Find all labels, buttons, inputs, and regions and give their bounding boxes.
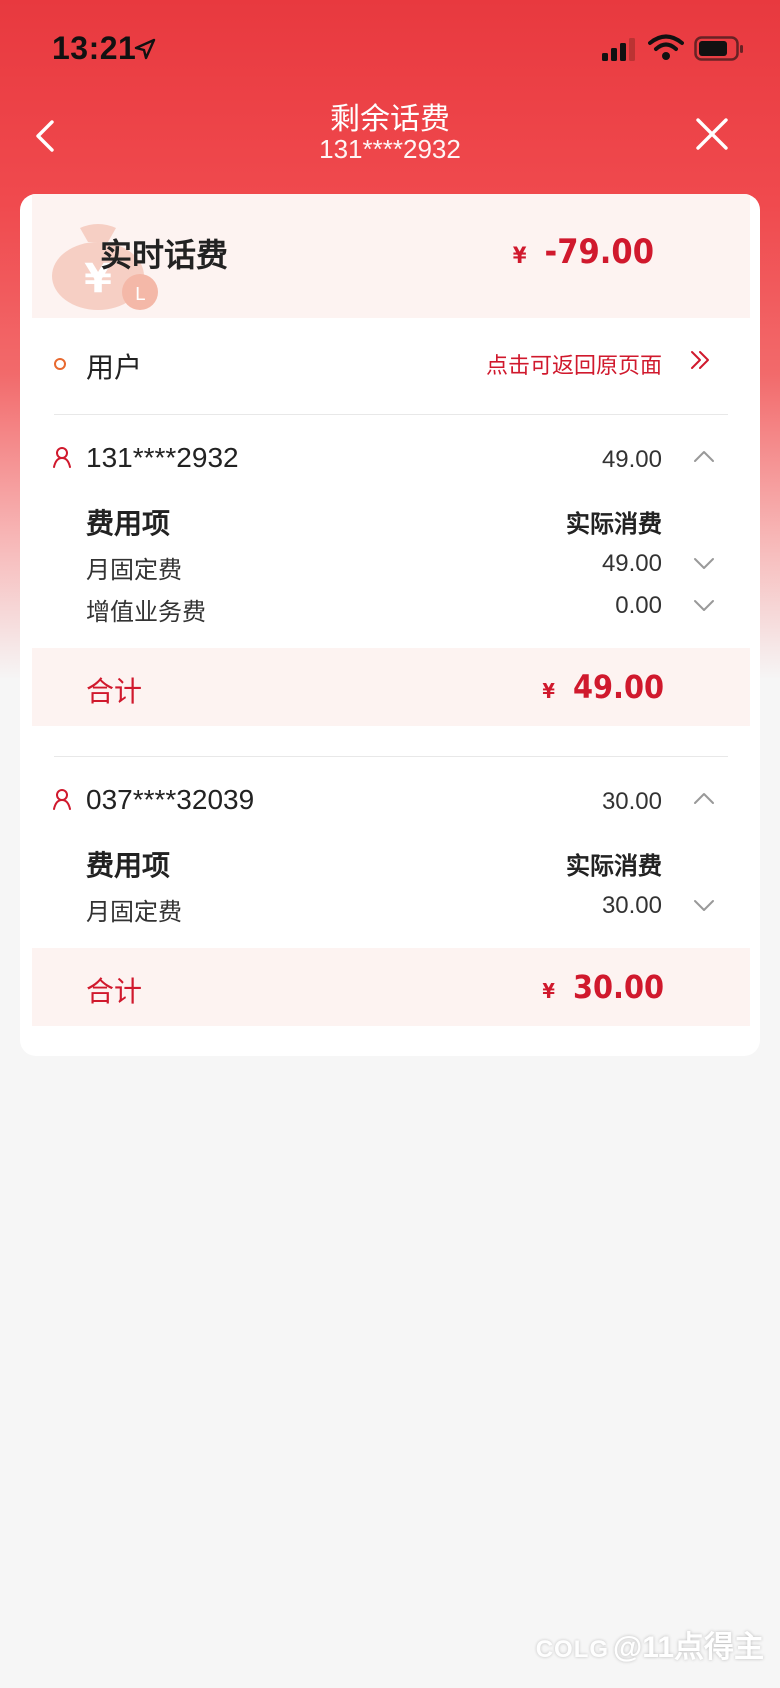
watermark: COLG @11点得主	[536, 1622, 764, 1666]
return-original-page-link[interactable]: 点击可返回原页面	[486, 348, 662, 380]
realtime-fee-header: ¥ L 实时话费 ¥ -79.00	[32, 194, 750, 318]
fee-name: 月固定费	[86, 557, 182, 584]
chevron-down-icon[interactable]	[692, 556, 716, 572]
fee-name: 月固定费	[86, 899, 182, 926]
chevron-down-icon[interactable]	[692, 898, 716, 914]
total-label: 合计	[86, 976, 143, 1007]
bill-card: ¥ L 实时话费 ¥ -79.00 用户 点击可返回原页面 131****2932…	[20, 194, 760, 1056]
nav-bar: 剩余话费 131****2932	[0, 90, 780, 180]
status-bar: 13:21	[0, 0, 780, 100]
fee-item-header: 费用项	[86, 508, 171, 539]
chevron-up-icon[interactable]	[692, 448, 716, 464]
page-title: 剩余话费	[330, 103, 450, 136]
total-label: 合计	[86, 676, 143, 707]
total-value: 49.00	[572, 668, 664, 706]
account-section: 131****2932 49.00 费用项 实际消费 月固定费 49.00 增值…	[20, 416, 760, 684]
realtime-fee-value: -79.00	[544, 232, 654, 272]
account-number: 037****32039	[86, 784, 255, 815]
total-amount: ¥49.00	[542, 668, 664, 706]
watermark-text: @11点得主	[613, 1631, 764, 1664]
page-subtitle: 131****2932	[319, 134, 461, 164]
account-amount: 49.00	[601, 446, 662, 473]
chevron-up-icon[interactable]	[692, 790, 716, 806]
realtime-fee-title: 实时话费	[100, 237, 229, 273]
close-button[interactable]	[690, 112, 734, 156]
person-icon	[53, 447, 71, 468]
divider	[54, 756, 728, 757]
account-amount: 30.00	[601, 788, 662, 815]
currency-symbol: ¥	[512, 244, 527, 269]
user-row: 用户 点击可返回原页面	[20, 318, 760, 410]
bullet-dot-icon	[54, 358, 66, 370]
watermark-logo: COLG	[535, 1636, 610, 1663]
currency-symbol: ¥	[542, 979, 555, 1003]
fee-amount: 49.00	[601, 550, 662, 577]
fee-item-header: 费用项	[86, 850, 171, 881]
svg-text:L: L	[135, 284, 145, 305]
total-value: 30.00	[572, 968, 664, 1006]
total-amount: ¥30.00	[542, 968, 664, 1006]
cellular-signal-icon	[602, 38, 635, 61]
status-time: 13:21	[52, 30, 137, 66]
account-section: 037****32039 30.00 费用项 实际消费 月固定费 30.00	[20, 758, 760, 958]
double-chevron-right-icon[interactable]	[688, 348, 712, 372]
chevron-down-icon[interactable]	[692, 598, 716, 614]
fee-name: 增值业务费	[86, 599, 206, 626]
actual-consumption-header: 实际消费	[566, 853, 662, 880]
fee-amount: 0.00	[615, 592, 662, 619]
person-icon	[53, 789, 71, 810]
battery-icon	[694, 36, 743, 61]
total-row: 合计 ¥30.00	[32, 948, 750, 1026]
total-row: 合计 ¥49.00	[32, 648, 750, 726]
user-label: 用户	[86, 352, 143, 383]
account-number: 131****2932	[86, 442, 239, 473]
wifi-icon	[648, 34, 684, 60]
fee-amount: 30.00	[601, 892, 662, 919]
divider	[54, 414, 728, 415]
currency-symbol: ¥	[542, 679, 555, 703]
actual-consumption-header: 实际消费	[566, 511, 662, 538]
location-arrow-icon	[134, 38, 156, 60]
realtime-fee-amount: ¥ -79.00	[513, 232, 654, 272]
